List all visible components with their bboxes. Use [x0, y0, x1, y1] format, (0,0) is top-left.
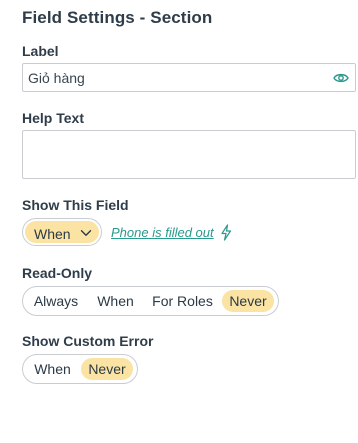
show-field-condition-link[interactable]: Phone is filled out — [111, 225, 214, 240]
label-field-label: Label — [22, 43, 59, 59]
read-only-segmented-control[interactable]: Always When For Roles Never — [22, 286, 279, 316]
custom-error-option-never[interactable]: Never — [81, 358, 133, 380]
show-field-when-selected[interactable]: When — [25, 221, 99, 243]
panel-title: Field Settings - Section — [22, 8, 213, 27]
help-text-input[interactable] — [22, 130, 356, 179]
read-only-option-always[interactable]: Always — [26, 290, 86, 312]
show-field-label: Show This Field — [22, 197, 129, 213]
label-input[interactable]: Giỏ hàng — [22, 63, 356, 92]
custom-error-segmented-control[interactable]: When Never — [22, 354, 138, 384]
show-field-when-dropdown[interactable]: When — [22, 218, 102, 246]
field-settings-panel: Field Settings - Section Label Giỏ hàng … — [0, 0, 358, 443]
custom-error-label: Show Custom Error — [22, 333, 154, 349]
show-field-when-text: When — [34, 226, 71, 242]
lightning-icon[interactable] — [220, 224, 232, 241]
read-only-option-never[interactable]: Never — [222, 290, 274, 312]
label-input-value[interactable]: Giỏ hàng — [28, 70, 85, 86]
help-text-label: Help Text — [22, 110, 84, 126]
custom-error-option-when[interactable]: When — [26, 358, 79, 380]
read-only-option-for-roles[interactable]: For Roles — [145, 290, 220, 312]
chevron-down-icon — [80, 230, 92, 236]
read-only-label: Read-Only — [22, 265, 93, 281]
eye-icon[interactable] — [333, 70, 349, 86]
read-only-option-when[interactable]: When — [88, 290, 143, 312]
